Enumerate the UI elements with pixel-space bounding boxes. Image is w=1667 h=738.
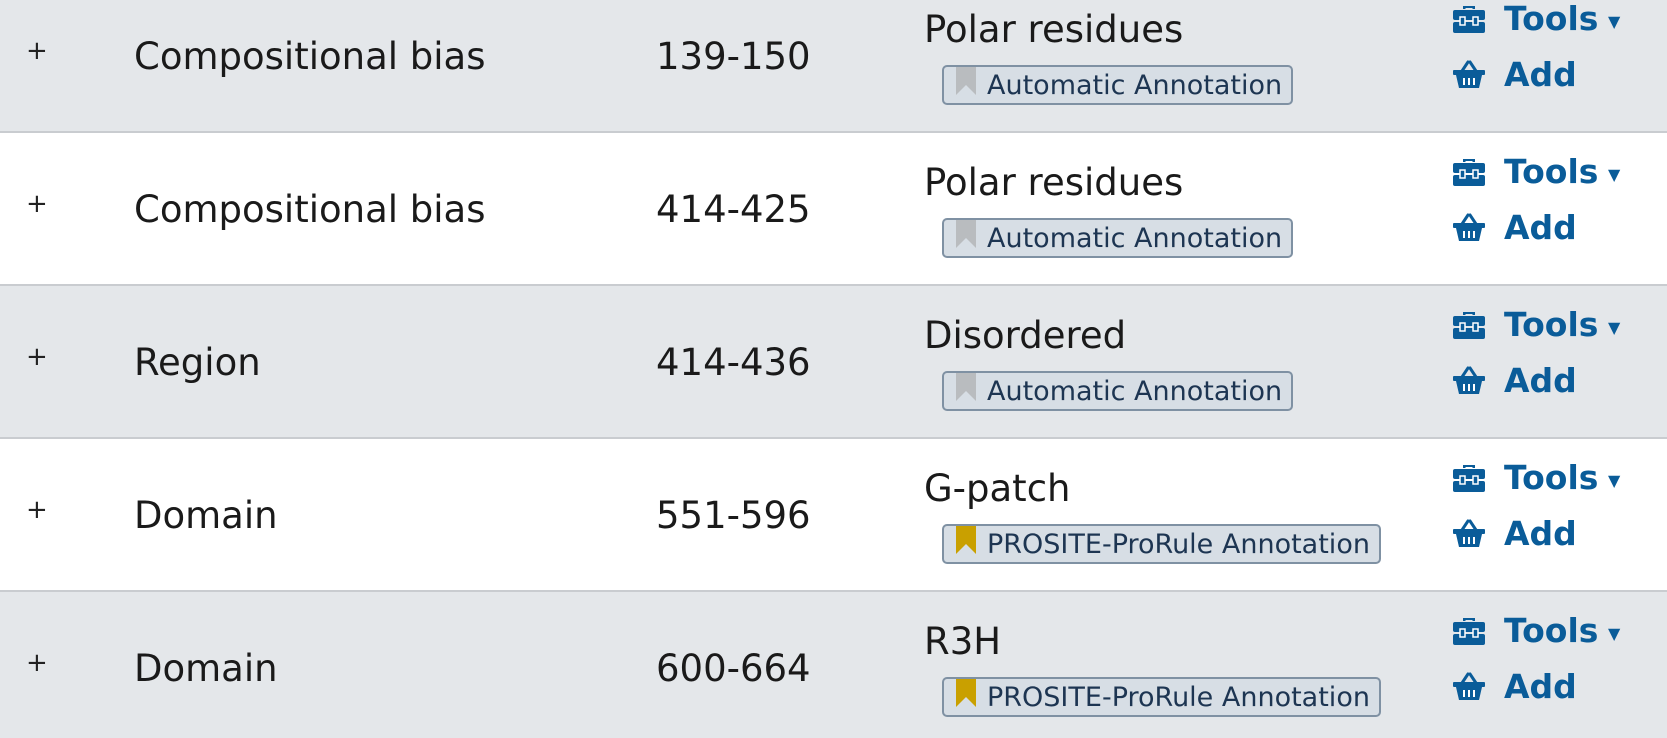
tools-label: Tools — [1504, 0, 1599, 38]
tools-label: Tools — [1504, 611, 1599, 650]
evidence-tag[interactable]: PROSITE-ProRule Annotation — [942, 677, 1381, 717]
feature-position: 600-664 — [656, 647, 811, 690]
feature-type: Domain — [134, 494, 278, 537]
evidence-label: Automatic Annotation — [987, 223, 1283, 254]
caret-down-icon: ▼ — [1608, 471, 1621, 490]
basket-icon — [1453, 519, 1485, 547]
table-row: + Domain 551-596 G-patch PROSITE-ProRule… — [0, 439, 1667, 592]
bookmark-icon — [956, 526, 976, 554]
add-label: Add — [1504, 361, 1577, 400]
basket-icon — [1453, 366, 1485, 394]
features-table: + Compositional bias 139-150 Polar resid… — [0, 0, 1667, 738]
caret-down-icon: ▼ — [1608, 165, 1621, 184]
expand-toggle[interactable]: + — [26, 497, 48, 523]
tools-label: Tools — [1504, 458, 1599, 497]
feature-description: Polar residues — [924, 161, 1184, 204]
feature-type: Domain — [134, 647, 278, 690]
feature-type: Compositional bias — [134, 188, 486, 231]
evidence-tag[interactable]: PROSITE-ProRule Annotation — [942, 524, 1381, 564]
table-row: + Region 414-436 Disordered Automatic An… — [0, 286, 1667, 439]
table-row: + Domain 600-664 R3H PROSITE-ProRule Ann… — [0, 592, 1667, 738]
bookmark-icon — [956, 679, 976, 707]
add-label: Add — [1504, 667, 1577, 706]
evidence-tag[interactable]: Automatic Annotation — [942, 65, 1294, 105]
feature-type: Region — [134, 341, 261, 384]
caret-down-icon: ▼ — [1608, 318, 1621, 337]
toolbox-icon — [1453, 6, 1485, 33]
feature-description: R3H — [924, 620, 1002, 663]
expand-toggle[interactable]: + — [26, 191, 48, 217]
feature-position: 139-150 — [656, 35, 811, 78]
toolbox-icon — [1453, 159, 1485, 186]
tools-label: Tools — [1504, 305, 1599, 344]
basket-icon — [1453, 213, 1485, 241]
feature-type: Compositional bias — [134, 35, 486, 78]
caret-down-icon: ▼ — [1608, 12, 1621, 31]
basket-icon — [1453, 672, 1485, 700]
table-row: + Compositional bias 139-150 Polar resid… — [0, 0, 1667, 133]
bookmark-icon — [956, 220, 976, 248]
feature-description: Disordered — [924, 314, 1127, 357]
expand-toggle[interactable]: + — [26, 344, 48, 370]
table-row: + Compositional bias 414-425 Polar resid… — [0, 133, 1667, 286]
toolbox-icon — [1453, 312, 1485, 339]
bookmark-icon — [956, 67, 976, 95]
add-label: Add — [1504, 208, 1577, 247]
evidence-label: PROSITE-ProRule Annotation — [987, 529, 1370, 560]
evidence-tag[interactable]: Automatic Annotation — [942, 371, 1294, 411]
bookmark-icon — [956, 373, 976, 401]
feature-description: Polar residues — [924, 8, 1184, 51]
expand-toggle[interactable]: + — [26, 38, 48, 64]
basket-icon — [1453, 60, 1485, 88]
expand-toggle[interactable]: + — [26, 650, 48, 676]
evidence-tag[interactable]: Automatic Annotation — [942, 218, 1294, 258]
toolbox-icon — [1453, 618, 1485, 645]
add-label: Add — [1504, 55, 1577, 94]
add-label: Add — [1504, 514, 1577, 553]
feature-position: 414-436 — [656, 341, 811, 384]
feature-description: G-patch — [924, 467, 1071, 510]
feature-position: 551-596 — [656, 494, 811, 537]
feature-position: 414-425 — [656, 188, 811, 231]
evidence-label: Automatic Annotation — [987, 376, 1283, 407]
evidence-label: PROSITE-ProRule Annotation — [987, 682, 1370, 713]
evidence-label: Automatic Annotation — [987, 70, 1283, 101]
toolbox-icon — [1453, 465, 1485, 492]
caret-down-icon: ▼ — [1608, 624, 1621, 643]
tools-label: Tools — [1504, 152, 1599, 191]
